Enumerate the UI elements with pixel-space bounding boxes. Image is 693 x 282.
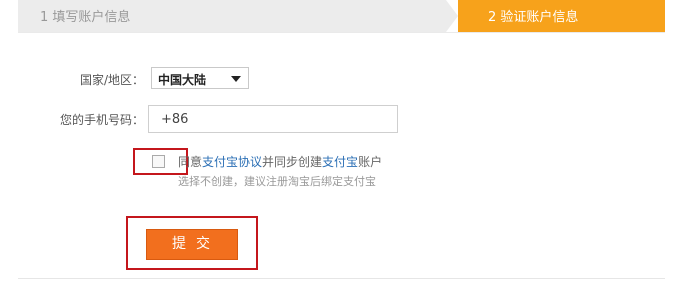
agree-prefix: 同意: [178, 155, 203, 169]
step-2: 2 验证账户信息: [458, 0, 665, 32]
alipay-agreement-link[interactable]: 支付宝协议: [202, 155, 262, 169]
agreement-text: 同意支付宝协议并同步创建支付宝账户: [178, 153, 382, 170]
agree-middle: 并同步创建: [262, 155, 323, 169]
divider: [18, 32, 665, 33]
country-label: 国家/地区：: [79, 73, 144, 87]
step-1: 1 填写账户信息: [18, 0, 458, 32]
register-page: 1 填写账户信息 2 验证账户信息 国家/地区： 中国大陆 您的手机号码： 同意…: [0, 0, 693, 282]
country-select[interactable]: 中国大陆: [151, 67, 249, 89]
agree-suffix: 账户: [358, 155, 383, 169]
step-1-label: 1 填写账户信息: [40, 10, 131, 25]
chevron-down-icon: [231, 76, 241, 82]
step-2-label: 2 验证账户信息: [488, 10, 579, 25]
step-progress-bar: 1 填写账户信息 2 验证账户信息: [18, 0, 665, 32]
alipay-link[interactable]: 支付宝: [322, 155, 358, 169]
phone-input[interactable]: [148, 105, 398, 133]
phone-label: 您的手机号码：: [59, 113, 144, 127]
highlight-box-submit: [126, 216, 258, 270]
hint-text: 选择不创建，建议注册淘宝后绑定支付宝: [178, 175, 376, 188]
country-select-value: 中国大陆: [158, 73, 207, 87]
divider-bottom: [18, 278, 665, 279]
